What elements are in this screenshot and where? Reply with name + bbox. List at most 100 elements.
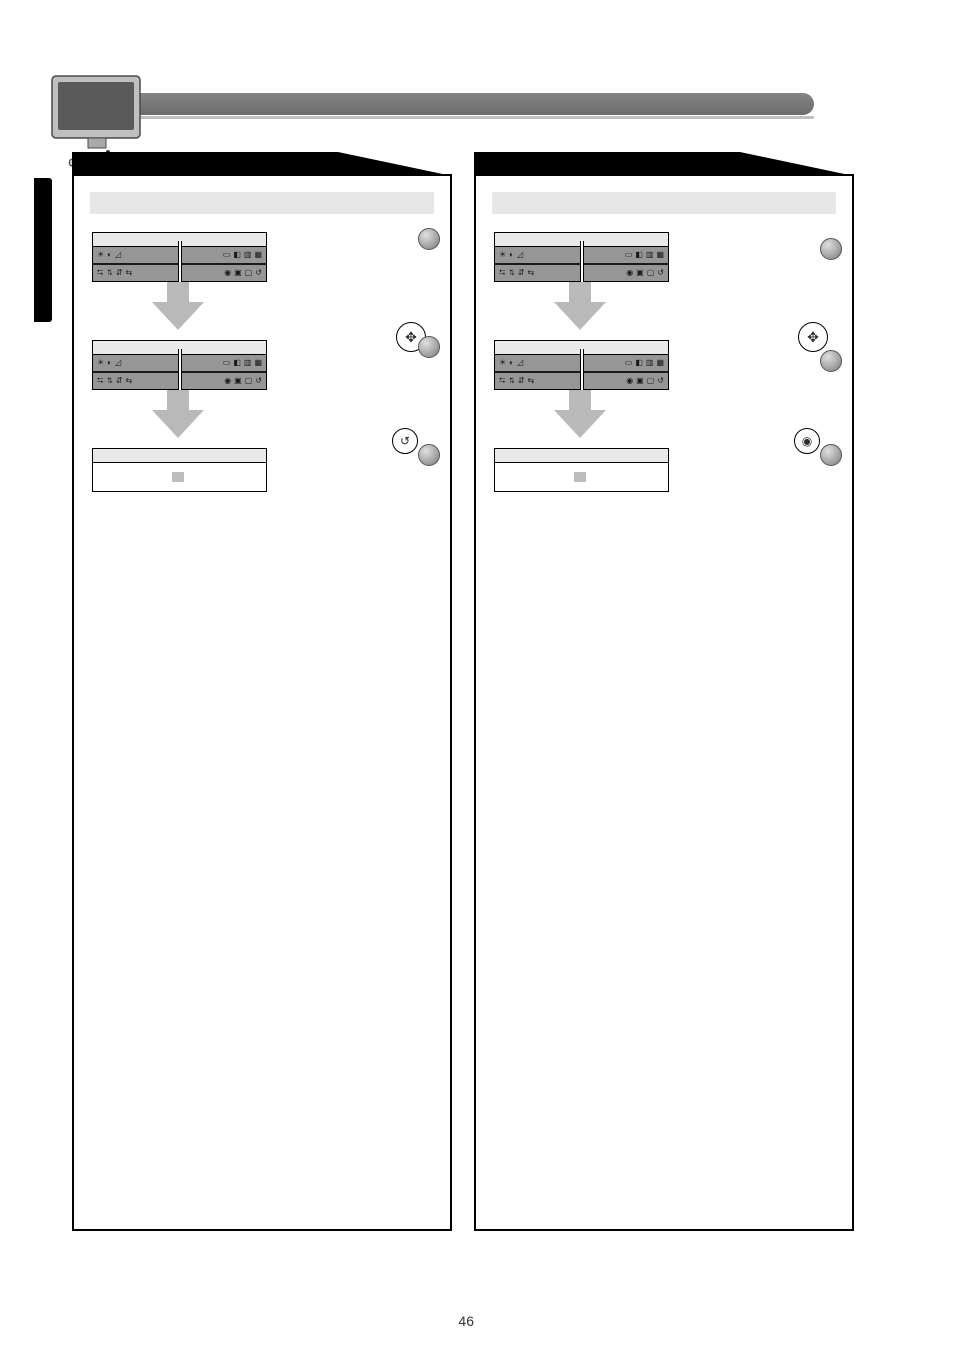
temp-icon: ⇵ (518, 377, 525, 385)
degauss-icon: ⇆ (528, 269, 535, 277)
page-banner (70, 78, 814, 134)
info-icon: ▣ (636, 377, 644, 385)
temp-icon: ⇵ (116, 377, 123, 385)
arrow-button-callout-icon: ✥ (798, 322, 828, 352)
zoom-icon: ⮀ (499, 269, 505, 277)
trapezoid-icon: ◿ (517, 251, 523, 259)
osd-panel: ☀ ◐ ◿ ▭ ◧ ▥ ▦ ⮀ ⮁ ⇵ ⇆ (494, 232, 669, 282)
osd-panel: ☀ ◐ ◿ ▭ ◧ ▥ ▦ ⮀ ⮁ ⇵ ⇆ (92, 232, 267, 282)
reset-icon: ↺ (657, 377, 664, 385)
rotation-icon: ⮁ (508, 269, 514, 277)
page-side-tab (34, 178, 52, 322)
zoom-icon: ⮀ (499, 377, 505, 385)
brightness-icon: ☀ (97, 251, 104, 259)
pincushion-icon: ▦ (656, 359, 664, 367)
info-icon: ▣ (636, 269, 644, 277)
result-header (495, 449, 668, 463)
degauss-icon: ⇆ (126, 377, 133, 385)
osd-icon-row-2: ⮀ ⮁ ⇵ ⇆ ◉ ▣ ▢ ↺ (495, 373, 668, 389)
language-icon: ◉ (224, 377, 231, 385)
hpos-icon: ▭ (625, 251, 633, 259)
osdpos-icon: ▢ (647, 269, 655, 277)
step-dot-3-icon (418, 444, 440, 466)
hsize-icon: ◧ (233, 359, 241, 367)
brightness-icon: ☀ (97, 359, 104, 367)
right-step-1: ☀ ◐ ◿ ▭ ◧ ▥ ▦ ⮀ ⮁ ⇵ ⇆ (494, 232, 838, 282)
vsize-icon: ▥ (244, 251, 252, 259)
vsize-icon: ▥ (244, 359, 252, 367)
result-panel (92, 448, 267, 492)
contrast-icon: ◐ (509, 359, 514, 367)
step-dot-3-icon (820, 444, 842, 466)
result-body (93, 463, 266, 491)
reset-icon: ↺ (657, 269, 664, 277)
trapezoid-icon: ◿ (115, 359, 121, 367)
hpos-icon: ▭ (625, 359, 633, 367)
info-icon: ▣ (234, 269, 242, 277)
zoom-icon: ⮀ (97, 377, 103, 385)
pincushion-icon: ▦ (656, 251, 664, 259)
degauss-icon: ⇆ (126, 269, 133, 277)
result-indicator-icon (172, 472, 184, 482)
osd-icon-row-2: ⮀ ⮁ ⇵ ⇆ ◉ ▣ ▢ ↺ (495, 265, 668, 281)
osdpos-icon: ▢ (647, 377, 655, 385)
rotation-icon: ⮁ (106, 269, 112, 277)
flow-arrow-icon (152, 302, 204, 330)
osd-panel: ☀ ◐ ◿ ▭ ◧ ▥ ▦ ⮀ ⮁ ⇵ ⇆ (92, 340, 267, 390)
pincushion-icon: ▦ (254, 251, 262, 259)
right-panel: ☀ ◐ ◿ ▭ ◧ ▥ ▦ ⮀ ⮁ ⇵ ⇆ (474, 174, 854, 1231)
vsize-icon: ▥ (646, 359, 654, 367)
left-step-1: ☀ ◐ ◿ ▭ ◧ ▥ ▦ ⮀ ⮁ ⇵ ⇆ (92, 232, 436, 282)
result-panel (494, 448, 669, 492)
language-icon: ◉ (224, 269, 231, 277)
result-indicator-icon (574, 472, 586, 482)
brightness-icon: ☀ (499, 359, 506, 367)
language-icon: ◉ (626, 269, 633, 277)
result-header (93, 449, 266, 463)
banner-bar (140, 93, 814, 115)
contrast-icon: ◐ (107, 359, 112, 367)
rotation-icon: ⮁ (106, 377, 112, 385)
rotation-icon: ⮁ (508, 377, 514, 385)
trapezoid-icon: ◿ (517, 359, 523, 367)
left-panel: ☀ ◐ ◿ ▭ ◧ ▥ ▦ ⮀ ⮁ ⇵ ⇆ (72, 174, 452, 1231)
hpos-icon: ▭ (223, 359, 231, 367)
osd-panel: ☀ ◐ ◿ ▭ ◧ ▥ ▦ ⮀ ⮁ ⇵ ⇆ (494, 340, 669, 390)
trapezoid-icon: ◿ (115, 251, 121, 259)
osd-icon-row-2: ⮀ ⮁ ⇵ ⇆ ◉ ▣ ▢ ↺ (93, 265, 266, 281)
hsize-icon: ◧ (635, 251, 643, 259)
flow-arrow-icon (554, 302, 606, 330)
result-body (495, 463, 668, 491)
info-icon: ▣ (234, 377, 242, 385)
temp-icon: ⇵ (116, 269, 123, 277)
contrast-icon: ◐ (509, 251, 514, 259)
vsize-icon: ▥ (646, 251, 654, 259)
left-step-3 (92, 448, 436, 492)
brightness-icon: ☀ (499, 251, 506, 259)
step-dot-2-icon (418, 336, 440, 358)
zoom-icon: ⮀ (97, 269, 103, 277)
osdpos-icon: ▢ (245, 269, 253, 277)
step-dot-1-icon (820, 238, 842, 260)
hsize-icon: ◧ (635, 359, 643, 367)
flow-arrow-icon (152, 410, 204, 438)
right-panel-header-shape (474, 152, 854, 176)
right-step-2: ✥ ☀ ◐ ◿ ▭ ◧ ▥ ▦ (494, 340, 838, 390)
pincushion-icon: ▦ (254, 359, 262, 367)
content-columns: ☀ ◐ ◿ ▭ ◧ ▥ ▦ ⮀ ⮁ ⇵ ⇆ (72, 174, 854, 1231)
banner-shadow (140, 116, 814, 119)
step-dot-2-icon (820, 350, 842, 372)
hpos-icon: ▭ (223, 251, 231, 259)
contrast-icon: ◐ (107, 251, 112, 259)
flow-arrow-icon (554, 410, 606, 438)
hsize-icon: ◧ (233, 251, 241, 259)
language-icon: ◉ (626, 377, 633, 385)
temp-icon: ⇵ (518, 269, 525, 277)
page-number: 46 (458, 1313, 474, 1329)
right-panel-title (492, 192, 836, 214)
left-steps: ☀ ◐ ◿ ▭ ◧ ▥ ▦ ⮀ ⮁ ⇵ ⇆ (88, 232, 436, 500)
left-step-2: ✥ ☀ ◐ ◿ ▭ ◧ ▥ ▦ (92, 340, 436, 390)
osd-icon-row-2: ⮀ ⮁ ⇵ ⇆ ◉ ▣ ▢ ↺ (93, 373, 266, 389)
reset-icon: ↺ (255, 377, 262, 385)
step-dot-1-icon (418, 228, 440, 250)
